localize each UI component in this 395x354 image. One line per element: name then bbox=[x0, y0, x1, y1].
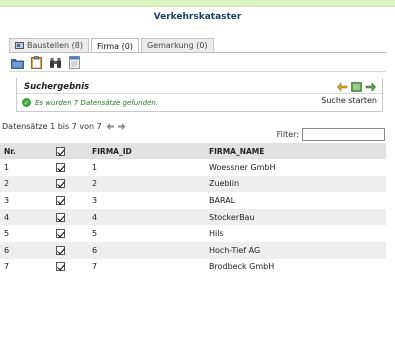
tab-bar: Baustellen (8) Firma (0) Gemarkung (0) bbox=[9, 38, 216, 53]
filter: Filter: bbox=[277, 128, 385, 141]
result-title-divider bbox=[17, 93, 384, 94]
row-checkbox[interactable] bbox=[56, 229, 65, 239]
tab-panel-divider bbox=[9, 52, 386, 53]
table-row[interactable]: 2 2 Zueblin bbox=[0, 175, 386, 193]
pager-nav bbox=[106, 122, 126, 131]
header-firma-id[interactable]: FIRMA_ID bbox=[88, 143, 205, 159]
row-checkbox[interactable] bbox=[56, 262, 65, 272]
header-firma-name[interactable]: FIRMA_NAME bbox=[205, 143, 386, 159]
binoculars-icon[interactable] bbox=[49, 56, 62, 69]
row-checkbox[interactable] bbox=[56, 245, 65, 255]
tab-baustellen[interactable]: Baustellen (8) bbox=[9, 38, 89, 52]
toolbar bbox=[11, 56, 81, 70]
cell-firma-id: 1 bbox=[92, 162, 98, 172]
results-table: Nr. FIRMA_ID FIRMA_NAME 1 1 Woessner Gmb… bbox=[0, 143, 386, 275]
cell-firma-id: 5 bbox=[92, 229, 98, 239]
list-icon[interactable] bbox=[350, 80, 363, 93]
cell-select bbox=[52, 175, 88, 193]
cell-select bbox=[52, 208, 88, 226]
cell-select bbox=[52, 225, 88, 242]
cell-firma-name: BARAL bbox=[209, 195, 236, 205]
pager-info: Datensätze 1 bis 7 von 7 bbox=[2, 122, 102, 131]
select-all-checkbox[interactable] bbox=[56, 146, 65, 156]
result-actions bbox=[336, 80, 377, 93]
back-arrow-icon[interactable] bbox=[336, 80, 349, 93]
search-start-button[interactable]: Suche starten bbox=[321, 96, 377, 105]
cell-select bbox=[52, 259, 88, 276]
cell-firma-id: 3 bbox=[92, 195, 98, 205]
cell-firma-id: 7 bbox=[92, 262, 98, 272]
filter-label: Filter: bbox=[276, 130, 299, 139]
table-row[interactable]: 3 3 BARAL bbox=[0, 192, 386, 209]
cell-nr: 6 bbox=[0, 241, 52, 259]
header-select-all[interactable] bbox=[52, 143, 88, 159]
tab-label: Firma (0) bbox=[97, 41, 133, 51]
toolbar-divider bbox=[9, 71, 386, 72]
app-title: Verkehrskataster bbox=[153, 12, 242, 22]
cell-firma-name: Hoch-Tief AG bbox=[205, 241, 386, 259]
window-icon bbox=[15, 42, 24, 49]
cell-nr: 5 bbox=[4, 229, 10, 239]
forward-arrow-icon[interactable] bbox=[364, 80, 377, 93]
cell-nr: 2 bbox=[0, 175, 52, 193]
cell-select bbox=[52, 192, 88, 209]
cell-nr: 3 bbox=[4, 195, 10, 205]
cell-firma-name: Zueblin bbox=[205, 175, 386, 193]
prev-page-icon[interactable] bbox=[106, 122, 115, 131]
filter-input[interactable] bbox=[302, 128, 385, 141]
pager: Datensätze 1 bis 7 von 7 bbox=[2, 122, 126, 131]
result-title: Suchergebnis bbox=[24, 82, 90, 92]
check-circle-icon: ✓ bbox=[22, 98, 31, 107]
status-text: Es wurden 7 Datensätze gefunden. bbox=[35, 98, 158, 107]
top-banner-strip bbox=[0, 0, 395, 7]
status-message: ✓ Es wurden 7 Datensätze gefunden. bbox=[22, 98, 158, 107]
clipboard-icon[interactable] bbox=[30, 56, 43, 69]
cell-firma-name: Brodbeck GmbH bbox=[209, 262, 275, 272]
table-row[interactable]: 1 1 Woessner GmbH bbox=[0, 159, 386, 176]
header-nr[interactable]: Nr. bbox=[0, 143, 52, 159]
cell-firma-name: StockerBau bbox=[205, 208, 386, 226]
row-checkbox[interactable] bbox=[56, 195, 65, 205]
tab-gemarkung[interactable]: Gemarkung (0) bbox=[140, 38, 214, 52]
table-row[interactable]: 6 6 Hoch-Tief AG bbox=[0, 241, 386, 259]
table-row[interactable]: 4 4 StockerBau bbox=[0, 208, 386, 226]
document-icon[interactable] bbox=[68, 56, 81, 69]
cell-firma-name: Hils bbox=[209, 229, 224, 239]
tab-label: Baustellen (8) bbox=[27, 41, 83, 50]
row-checkbox[interactable] bbox=[56, 212, 65, 222]
row-checkbox[interactable] bbox=[56, 162, 65, 172]
cell-nr: 7 bbox=[4, 262, 10, 272]
table-row[interactable]: 7 7 Brodbeck GmbH bbox=[0, 259, 386, 276]
tab-label: Gemarkung (0) bbox=[146, 41, 208, 50]
search-result-panel: Suchergebnis ✓ Es wurden 7 Datensätze ge… bbox=[16, 78, 384, 112]
folder-icon[interactable] bbox=[11, 56, 24, 69]
cell-select bbox=[52, 241, 88, 259]
cell-nr: 4 bbox=[0, 208, 52, 226]
tab-firma[interactable]: Firma (0) bbox=[91, 38, 139, 53]
cell-select bbox=[52, 159, 88, 176]
table-row[interactable]: 5 5 Hils bbox=[0, 225, 386, 242]
next-page-icon[interactable] bbox=[117, 122, 126, 131]
table-header-row: Nr. FIRMA_ID FIRMA_NAME bbox=[0, 143, 386, 159]
cell-firma-id: 6 bbox=[88, 241, 205, 259]
row-checkbox[interactable] bbox=[56, 179, 65, 189]
cell-nr: 1 bbox=[4, 162, 10, 172]
cell-firma-name: Woessner GmbH bbox=[209, 162, 276, 172]
cell-firma-id: 4 bbox=[88, 208, 205, 226]
cell-firma-id: 2 bbox=[88, 175, 205, 193]
